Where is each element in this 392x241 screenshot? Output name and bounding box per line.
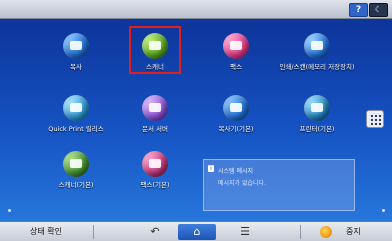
stop-label[interactable]: 중지 xyxy=(346,224,361,240)
help-button[interactable]: ? xyxy=(349,3,368,17)
app-label: Quick Print 릴리스 xyxy=(48,125,104,133)
stop-icon[interactable] xyxy=(320,226,332,238)
printer-home-screen: ? ☾ 복사 스캐너 팩스 인쇄/스캔(메모리 저장장치) Quick Prin… xyxy=(0,0,392,241)
info-icon: i xyxy=(208,165,214,172)
app-label: 팩스(기본) xyxy=(140,181,170,189)
notice-title: 시스템 메시지 xyxy=(218,168,254,175)
scanner-classic-icon xyxy=(63,151,89,177)
app-copier-classic[interactable]: 복사기(기본) xyxy=(196,95,276,133)
app-label: 문서 서버 xyxy=(142,125,168,133)
back-button[interactable]: ↶ xyxy=(136,224,174,240)
fax-classic-icon xyxy=(142,151,168,177)
app-label: 복사 xyxy=(70,63,82,71)
app-list-button[interactable] xyxy=(366,110,384,128)
page-indicator xyxy=(0,207,392,215)
app-document-server[interactable]: 문서 서버 xyxy=(115,95,195,133)
app-launcher: 복사 스캐너 팩스 인쇄/스캔(메모리 저장장치) Quick Print 릴리… xyxy=(0,19,392,221)
notice-message: 메시지가 없습니다. xyxy=(218,180,266,187)
top-bar: ? ☾ xyxy=(0,0,392,19)
system-message-widget[interactable]: i 시스템 메시지 메시지가 없습니다. xyxy=(203,159,355,211)
printer-icon xyxy=(304,95,330,121)
app-scanner[interactable]: 스캐너 xyxy=(115,33,195,71)
app-fax-classic[interactable]: 팩스(기본) xyxy=(115,151,195,189)
menu-button[interactable]: ☰ xyxy=(226,224,264,240)
document-server-icon xyxy=(142,95,168,121)
bottom-bar: 상태 확인 ↶ ⌂ ☰ 중지 xyxy=(0,221,392,241)
app-quick-print-release[interactable]: Quick Print 릴리스 xyxy=(36,95,116,133)
scanner-icon xyxy=(142,33,168,59)
app-label: 프린터(기본) xyxy=(299,125,335,133)
copier-classic-icon xyxy=(223,95,249,121)
home-button[interactable]: ⌂ xyxy=(178,224,216,240)
app-label: 팩스 xyxy=(230,63,242,71)
quick-print-icon xyxy=(63,95,89,121)
app-label: 스캐너 xyxy=(146,63,164,71)
copy-icon xyxy=(63,33,89,59)
divider xyxy=(93,225,94,239)
app-label: 복사기(기본) xyxy=(218,125,254,133)
app-print-scan-memory[interactable]: 인쇄/스캔(메모리 저장장치) xyxy=(277,33,357,71)
app-printer-classic[interactable]: 프린터(기본) xyxy=(277,95,357,133)
usb-icon xyxy=(304,33,330,59)
fax-icon xyxy=(223,33,249,59)
divider xyxy=(300,225,301,239)
app-copy[interactable]: 복사 xyxy=(36,33,116,71)
check-status-button[interactable]: 상태 확인 xyxy=(2,224,90,240)
app-fax[interactable]: 팩스 xyxy=(196,33,276,71)
energy-saver-button[interactable]: ☾ xyxy=(369,3,388,17)
app-label: 스캐너(기본) xyxy=(58,181,94,189)
app-scanner-classic[interactable]: 스캐너(기본) xyxy=(36,151,116,189)
app-label: 인쇄/스캔(메모리 저장장치) xyxy=(279,63,355,71)
